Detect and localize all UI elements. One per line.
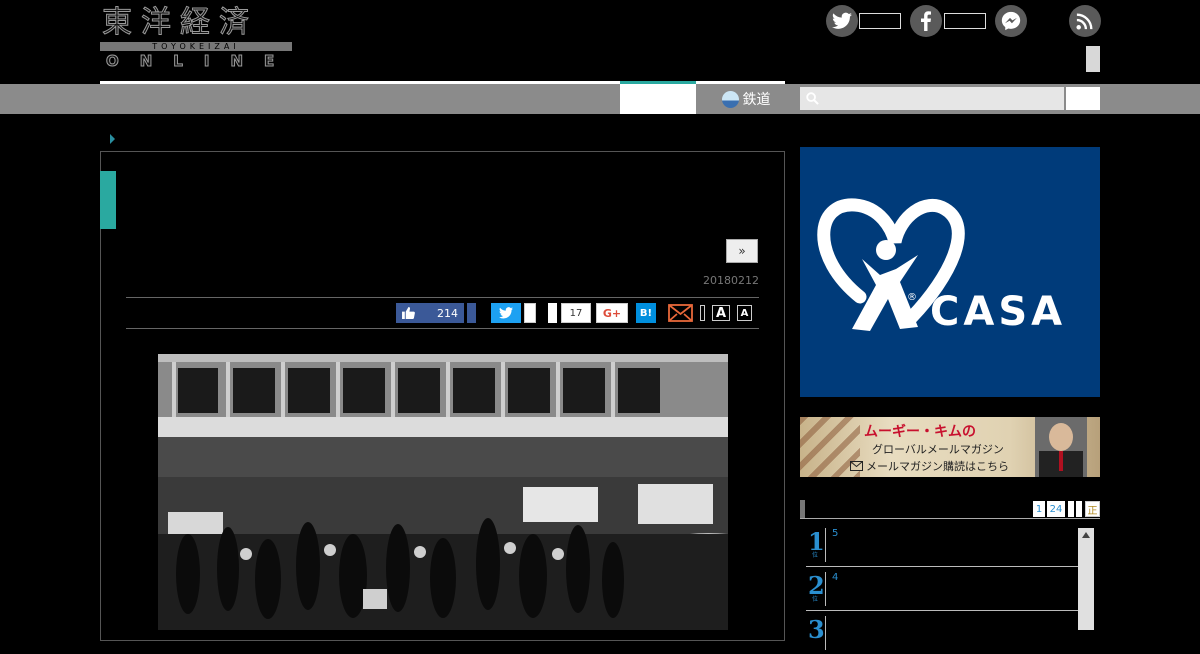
facebook-follow-button[interactable] xyxy=(910,5,942,37)
next-page-button[interactable]: » xyxy=(726,239,758,263)
messenger-icon xyxy=(1001,11,1021,31)
rank-suffix: 位 xyxy=(812,596,819,603)
menu-toggle-button[interactable] xyxy=(1086,46,1100,72)
rank-divider xyxy=(825,528,826,562)
logo-romaji-bar: TOYOKEIZAI xyxy=(100,42,292,51)
facebook-like-button[interactable]: 214 xyxy=(396,303,464,323)
search-icon xyxy=(806,92,819,105)
train-icon xyxy=(721,90,739,108)
ranking-item-3[interactable]: 3 xyxy=(806,612,1078,654)
mail-icon xyxy=(668,304,693,322)
ranking-tab-month[interactable] xyxy=(1076,501,1082,517)
ranking-list: 1 位 5 2 位 4 3 xyxy=(806,524,1078,650)
breadcrumb-arrow-icon xyxy=(110,134,115,144)
messenger-button[interactable] xyxy=(995,5,1027,37)
share-count-box: 17 xyxy=(561,303,591,323)
print-button[interactable] xyxy=(700,305,705,321)
casa-logo-icon: CASA ® xyxy=(817,198,1066,335)
hatena-bookmark-button[interactable]: B! xyxy=(636,303,656,323)
twitter-follow-button[interactable] xyxy=(826,5,858,37)
envelope-icon xyxy=(850,461,863,471)
rank-value: 4 xyxy=(832,572,839,583)
ranking-tab-extra[interactable]: 正 xyxy=(1085,501,1100,517)
ranking-tab-24h[interactable]: 24 xyxy=(1047,501,1065,517)
muggy-portrait xyxy=(1035,417,1087,477)
rank-suffix: 位 xyxy=(812,552,819,559)
logo-online[interactable]: ONLINE xyxy=(105,52,295,71)
ranking-item-1[interactable]: 1 位 5 xyxy=(806,524,1078,567)
article-photo xyxy=(158,354,728,630)
ranking-tab-1h[interactable]: 1 xyxy=(1033,501,1045,517)
pocket-button[interactable] xyxy=(548,303,557,323)
muggy-ad-cta: メールマガジン購読はこちら xyxy=(850,458,1009,474)
rank-divider xyxy=(825,572,826,606)
casa-registered-mark: ® xyxy=(907,292,917,303)
font-size-small-button[interactable]: A xyxy=(737,305,752,321)
muggy-ad-subtitle: グローバルメールマガジン xyxy=(872,443,1004,456)
casa-ad-banner[interactable]: CASA ® xyxy=(800,147,1100,397)
article-date: 20180212 xyxy=(703,274,759,287)
nav-tab-active[interactable] xyxy=(620,81,696,114)
shibuya-crossing-image xyxy=(158,354,728,630)
ranking-item-2[interactable]: 2 位 4 xyxy=(806,568,1078,611)
muggy-kim-newsletter-ad[interactable]: ムーギー・キムの グローバルメールマガジン メールマガジン購読はこちら xyxy=(800,417,1100,477)
facebook-icon xyxy=(921,11,931,31)
logo-japanese[interactable]: 東洋経済 xyxy=(102,5,258,40)
ranking-scrollbar[interactable] xyxy=(1078,528,1094,630)
font-size-large-button[interactable]: A xyxy=(712,305,730,321)
article-title-accent xyxy=(100,171,116,229)
facebook-like-count: 214 xyxy=(437,306,458,320)
rss-icon xyxy=(1076,13,1093,30)
twitter-icon xyxy=(499,307,513,319)
muggy-ad-title: ムーギー・キムの xyxy=(864,424,976,440)
rank-value: 5 xyxy=(832,528,839,539)
tweet-button[interactable] xyxy=(491,303,521,323)
tweet-count-box xyxy=(524,303,536,323)
share-divider-top xyxy=(126,297,759,298)
ranking-tab-week[interactable] xyxy=(1068,501,1074,517)
search-button[interactable] xyxy=(1066,87,1100,110)
nav-rail-label: 鉄道 xyxy=(742,92,771,108)
casa-wordmark: CASA xyxy=(930,289,1066,335)
facebook-follow-count xyxy=(944,13,986,29)
twitter-icon xyxy=(832,12,852,29)
share-divider-bottom xyxy=(126,328,759,329)
rss-button[interactable] xyxy=(1069,5,1101,37)
twitter-follow-count xyxy=(859,13,901,29)
scroll-up-icon xyxy=(1082,532,1090,538)
nav-rail-link[interactable]: 鉄道 xyxy=(696,84,796,114)
rank-divider xyxy=(825,616,826,650)
mail-share-button[interactable] xyxy=(668,304,693,326)
thumbs-up-icon xyxy=(402,307,415,319)
google-plus-button[interactable]: G+ xyxy=(596,303,628,323)
muggy-ad-cta-label: メールマガジン購読はこちら xyxy=(866,460,1009,473)
facebook-share-stub[interactable] xyxy=(467,303,476,323)
search-input[interactable] xyxy=(800,87,1064,110)
